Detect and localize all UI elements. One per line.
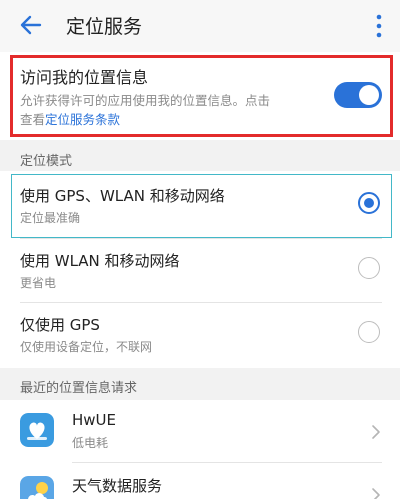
mode-option-subtitle: 仅使用设备定位，不联网: [20, 340, 153, 354]
recent-app-subtitle: 低电耗: [72, 436, 109, 450]
back-arrow-icon[interactable]: [18, 12, 44, 38]
weather-app-icon: [20, 476, 54, 499]
chevron-right-icon: [372, 488, 380, 499]
section-header-recent-requests: 最近的位置信息请求: [20, 381, 138, 396]
description-prefix: 查看: [20, 112, 46, 127]
page-title: 定位服务: [66, 16, 143, 38]
app-bar: 定位服务: [0, 0, 400, 52]
mode-option-title: 使用 GPS、WLAN 和移动网络: [20, 187, 225, 205]
divider: [20, 238, 382, 239]
location-access-title: 访问我的位置信息: [20, 68, 149, 87]
mode-option-subtitle: 定位最准确: [20, 211, 81, 225]
chevron-right-icon: [372, 425, 380, 439]
mode-option-title: 使用 WLAN 和移动网络: [20, 252, 180, 270]
radio-button[interactable]: [358, 257, 380, 279]
location-access-toggle[interactable]: [334, 82, 382, 108]
mode-option-title: 仅使用 GPS: [20, 316, 100, 334]
location-access-description-line2: 查看定位服务条款: [20, 109, 120, 128]
section-header-location-mode: 定位模式: [20, 154, 73, 169]
radio-button[interactable]: [358, 321, 380, 343]
mode-option-gps-wlan-mobile[interactable]: [11, 174, 392, 238]
radio-button-selected[interactable]: [358, 192, 380, 214]
location-terms-link[interactable]: 定位服务条款: [45, 112, 120, 127]
divider: [20, 302, 382, 303]
recent-app-name: HwUE: [72, 411, 117, 429]
recent-app-name: 天气数据服务: [72, 477, 163, 495]
more-options-icon[interactable]: [374, 12, 384, 40]
hwue-heart-icon: [20, 413, 54, 447]
recent-app-row-hwue[interactable]: [0, 402, 400, 462]
location-access-description: 允许获得许可的应用使用我的位置信息。点击: [20, 93, 271, 108]
toggle-knob: [359, 85, 379, 105]
mode-option-subtitle: 更省电: [20, 276, 57, 290]
recent-app-row-weather[interactable]: [0, 463, 400, 499]
